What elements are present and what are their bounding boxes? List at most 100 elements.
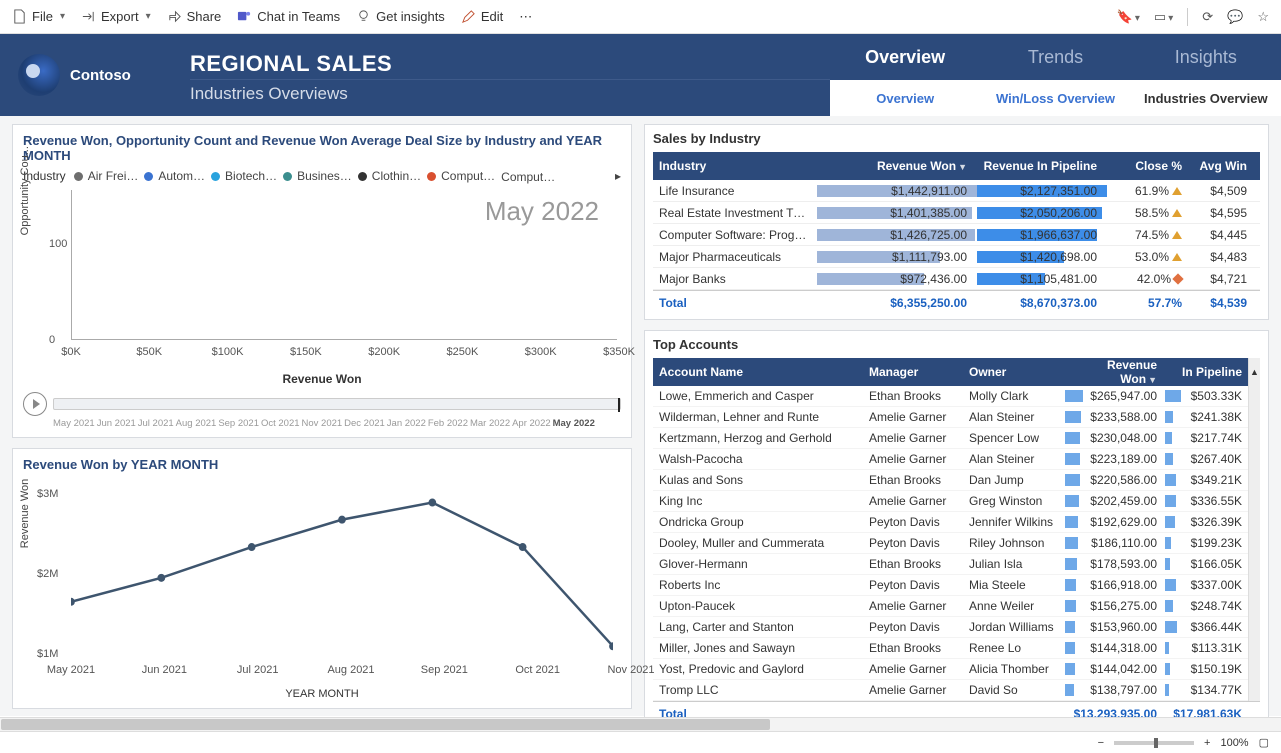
sort-desc-icon: ▼ — [958, 162, 967, 172]
sbi-total-row: Total $6,355,250.00 $8,670,373.00 57.7% … — [653, 290, 1260, 313]
favorite-button[interactable]: ☆ — [1257, 9, 1269, 25]
report-title: REGIONAL SALES — [190, 47, 830, 80]
table-row[interactable]: Wilderman, Lehner and Runte Amelie Garne… — [653, 407, 1248, 428]
comment-button[interactable]: 💬 — [1227, 9, 1243, 25]
section-tabs: Overview Trends Insights — [830, 34, 1281, 80]
table-row[interactable]: Ondricka Group Peyton Davis Jennifer Wil… — [653, 512, 1248, 533]
zoom-slider[interactable] — [1114, 741, 1194, 745]
file-icon — [12, 9, 27, 24]
scatter-legend: Industry Air Frei…Autom…Biotech…Busines…… — [23, 169, 621, 184]
company-logo — [18, 54, 60, 96]
get-insights-button[interactable]: Get insights — [356, 9, 445, 24]
zoom-out-button[interactable]: − — [1098, 737, 1104, 749]
line-x-axis-label: YEAR MONTH — [23, 688, 621, 700]
scatter-x-axis-label: Revenue Won — [23, 372, 621, 386]
legend-item[interactable]: Autom… — [144, 169, 205, 183]
scrollbar-up-icon[interactable]: ▲ — [1248, 358, 1260, 386]
chat-teams-button[interactable]: Chat in Teams — [237, 9, 340, 24]
table-row[interactable]: Upton-Paucek Amelie Garner Anne Weiler $… — [653, 596, 1248, 617]
sort-desc-icon: ▼ — [1148, 375, 1157, 385]
trend-up-icon — [1172, 231, 1182, 239]
table-row[interactable]: Major Banks $972,436.00 $1,105,481.00 42… — [653, 268, 1260, 290]
top-toolbar: File▾ Export▾ Share Chat in Teams Get in… — [0, 0, 1281, 34]
subtab-industries[interactable]: Industries Overview — [1131, 83, 1281, 114]
line-plot-area — [71, 482, 613, 660]
scatter-card[interactable]: Revenue Won, Opportunity Count and Reven… — [12, 124, 632, 438]
edit-button[interactable]: Edit — [461, 9, 503, 24]
scatter-watermark: May 2022 — [485, 196, 599, 227]
table-row[interactable]: Glover-Hermann Ethan Brooks Julian Isla … — [653, 554, 1248, 575]
table-row[interactable]: Computer Software: Progra... $1,426,725.… — [653, 224, 1260, 246]
legend-item[interactable]: Comput… — [427, 169, 495, 183]
top-accounts-title: Top Accounts — [653, 337, 1260, 352]
vertical-scrollbar[interactable] — [1248, 386, 1260, 701]
line-y-axis-label: Revenue Won — [19, 478, 31, 548]
legend-item[interactable]: Comput… — [501, 170, 555, 184]
table-row[interactable]: King Inc Amelie Garner Greg Winston $202… — [653, 491, 1248, 512]
trend-up-icon — [1172, 209, 1182, 217]
sales-by-industry-card[interactable]: Sales by Industry Industry Revenue Won▼ … — [644, 124, 1269, 320]
company-name: Contoso — [70, 67, 131, 84]
teams-icon — [237, 9, 252, 24]
legend-item[interactable]: Air Frei… — [74, 169, 139, 183]
table-row[interactable]: Life Insurance $1,442,911.00 $2,127,351.… — [653, 180, 1260, 202]
fit-page-button[interactable]: ▢ — [1259, 736, 1269, 749]
subtab-overview[interactable]: Overview — [830, 83, 980, 114]
ta-header: Account Name Manager Owner Revenue Won▼ … — [653, 358, 1248, 386]
legend-item[interactable]: Clothin… — [358, 169, 421, 183]
trend-up-icon — [1172, 187, 1182, 195]
export-icon — [81, 9, 96, 24]
trend-up-icon — [1172, 253, 1182, 261]
table-row[interactable]: Yost, Predovic and Gaylord Amelie Garner… — [653, 659, 1248, 680]
horizontal-scrollbar[interactable] — [0, 717, 1281, 731]
line-chart-title: Revenue Won by YEAR MONTH — [23, 457, 621, 472]
table-row[interactable]: Lang, Carter and Stanton Peyton Davis Jo… — [653, 617, 1248, 638]
legend-item[interactable]: Busines… — [283, 169, 352, 183]
view-menu[interactable]: ▭▾ — [1154, 9, 1173, 25]
legend-next-icon[interactable]: ▸ — [615, 169, 621, 183]
top-accounts-card[interactable]: Top Accounts Account Name Manager Owner … — [644, 330, 1269, 731]
sbi-header: Industry Revenue Won▼ Revenue In Pipelin… — [653, 152, 1260, 180]
trend-warn-icon — [1172, 273, 1183, 284]
tab-trends[interactable]: Trends — [980, 39, 1130, 76]
legend-item[interactable]: Biotech… — [211, 169, 277, 183]
tab-overview[interactable]: Overview — [830, 39, 980, 76]
refresh-button[interactable]: ⟳ — [1202, 9, 1213, 25]
subtab-winloss[interactable]: Win/Loss Overview — [980, 83, 1130, 114]
tab-insights[interactable]: Insights — [1131, 39, 1281, 76]
zoom-level: 100% — [1220, 737, 1248, 749]
scatter-plot-area: May 2022 — [71, 190, 617, 340]
table-row[interactable]: Miller, Jones and Sawayn Ethan Brooks Re… — [653, 638, 1248, 659]
table-row[interactable]: Kulas and Sons Ethan Brooks Dan Jump $22… — [653, 470, 1248, 491]
export-menu[interactable]: Export▾ — [81, 9, 151, 24]
report-content: Revenue Won, Opportunity Count and Reven… — [0, 116, 1281, 716]
report-subtitle: Industries Overviews — [190, 80, 830, 104]
sales-by-industry-title: Sales by Industry — [653, 131, 1260, 146]
slider-thumb[interactable] — [618, 398, 620, 412]
play-button[interactable] — [23, 392, 47, 416]
table-row[interactable]: Lowe, Emmerich and Casper Ethan Brooks M… — [653, 386, 1248, 407]
zoom-in-button[interactable]: + — [1204, 737, 1210, 749]
play-icon — [33, 399, 40, 409]
line-chart-card[interactable]: Revenue Won by YEAR MONTH Revenue Won $3… — [12, 448, 632, 709]
table-row[interactable]: Walsh-Pacocha Amelie Garner Alan Steiner… — [653, 449, 1248, 470]
share-button[interactable]: Share — [167, 9, 222, 24]
bookmark-menu[interactable]: 🔖▾ — [1117, 9, 1140, 25]
table-row[interactable]: Dooley, Muller and Cummerata Peyton Davi… — [653, 533, 1248, 554]
pencil-icon — [461, 9, 476, 24]
slider-tick-labels: May 2021Jun 2021Jul 2021Aug 2021Sep 2021… — [23, 416, 621, 429]
table-row[interactable]: Tromp LLC Amelie Garner David So $138,79… — [653, 680, 1248, 701]
table-row[interactable]: Major Pharmaceuticals $1,111,793.00 $1,4… — [653, 246, 1260, 268]
chevron-down-icon: ▾ — [60, 11, 65, 22]
table-row[interactable]: Roberts Inc Peyton Davis Mia Steele $166… — [653, 575, 1248, 596]
table-row[interactable]: Real Estate Investment Trusts $1,401,385… — [653, 202, 1260, 224]
scatter-y-axis-label: Opportunity Cou... — [19, 146, 31, 235]
scatter-title: Revenue Won, Opportunity Count and Reven… — [23, 133, 621, 163]
bulb-icon — [356, 9, 371, 24]
time-slider[interactable] — [53, 398, 621, 410]
table-row[interactable]: Kertzmann, Herzog and Gerhold Amelie Gar… — [653, 428, 1248, 449]
file-menu[interactable]: File▾ — [12, 9, 65, 24]
sub-tabs: Overview Win/Loss Overview Industries Ov… — [830, 80, 1281, 116]
status-bar: − + 100% ▢ — [0, 731, 1281, 753]
more-menu[interactable]: ⋯ — [519, 9, 532, 25]
